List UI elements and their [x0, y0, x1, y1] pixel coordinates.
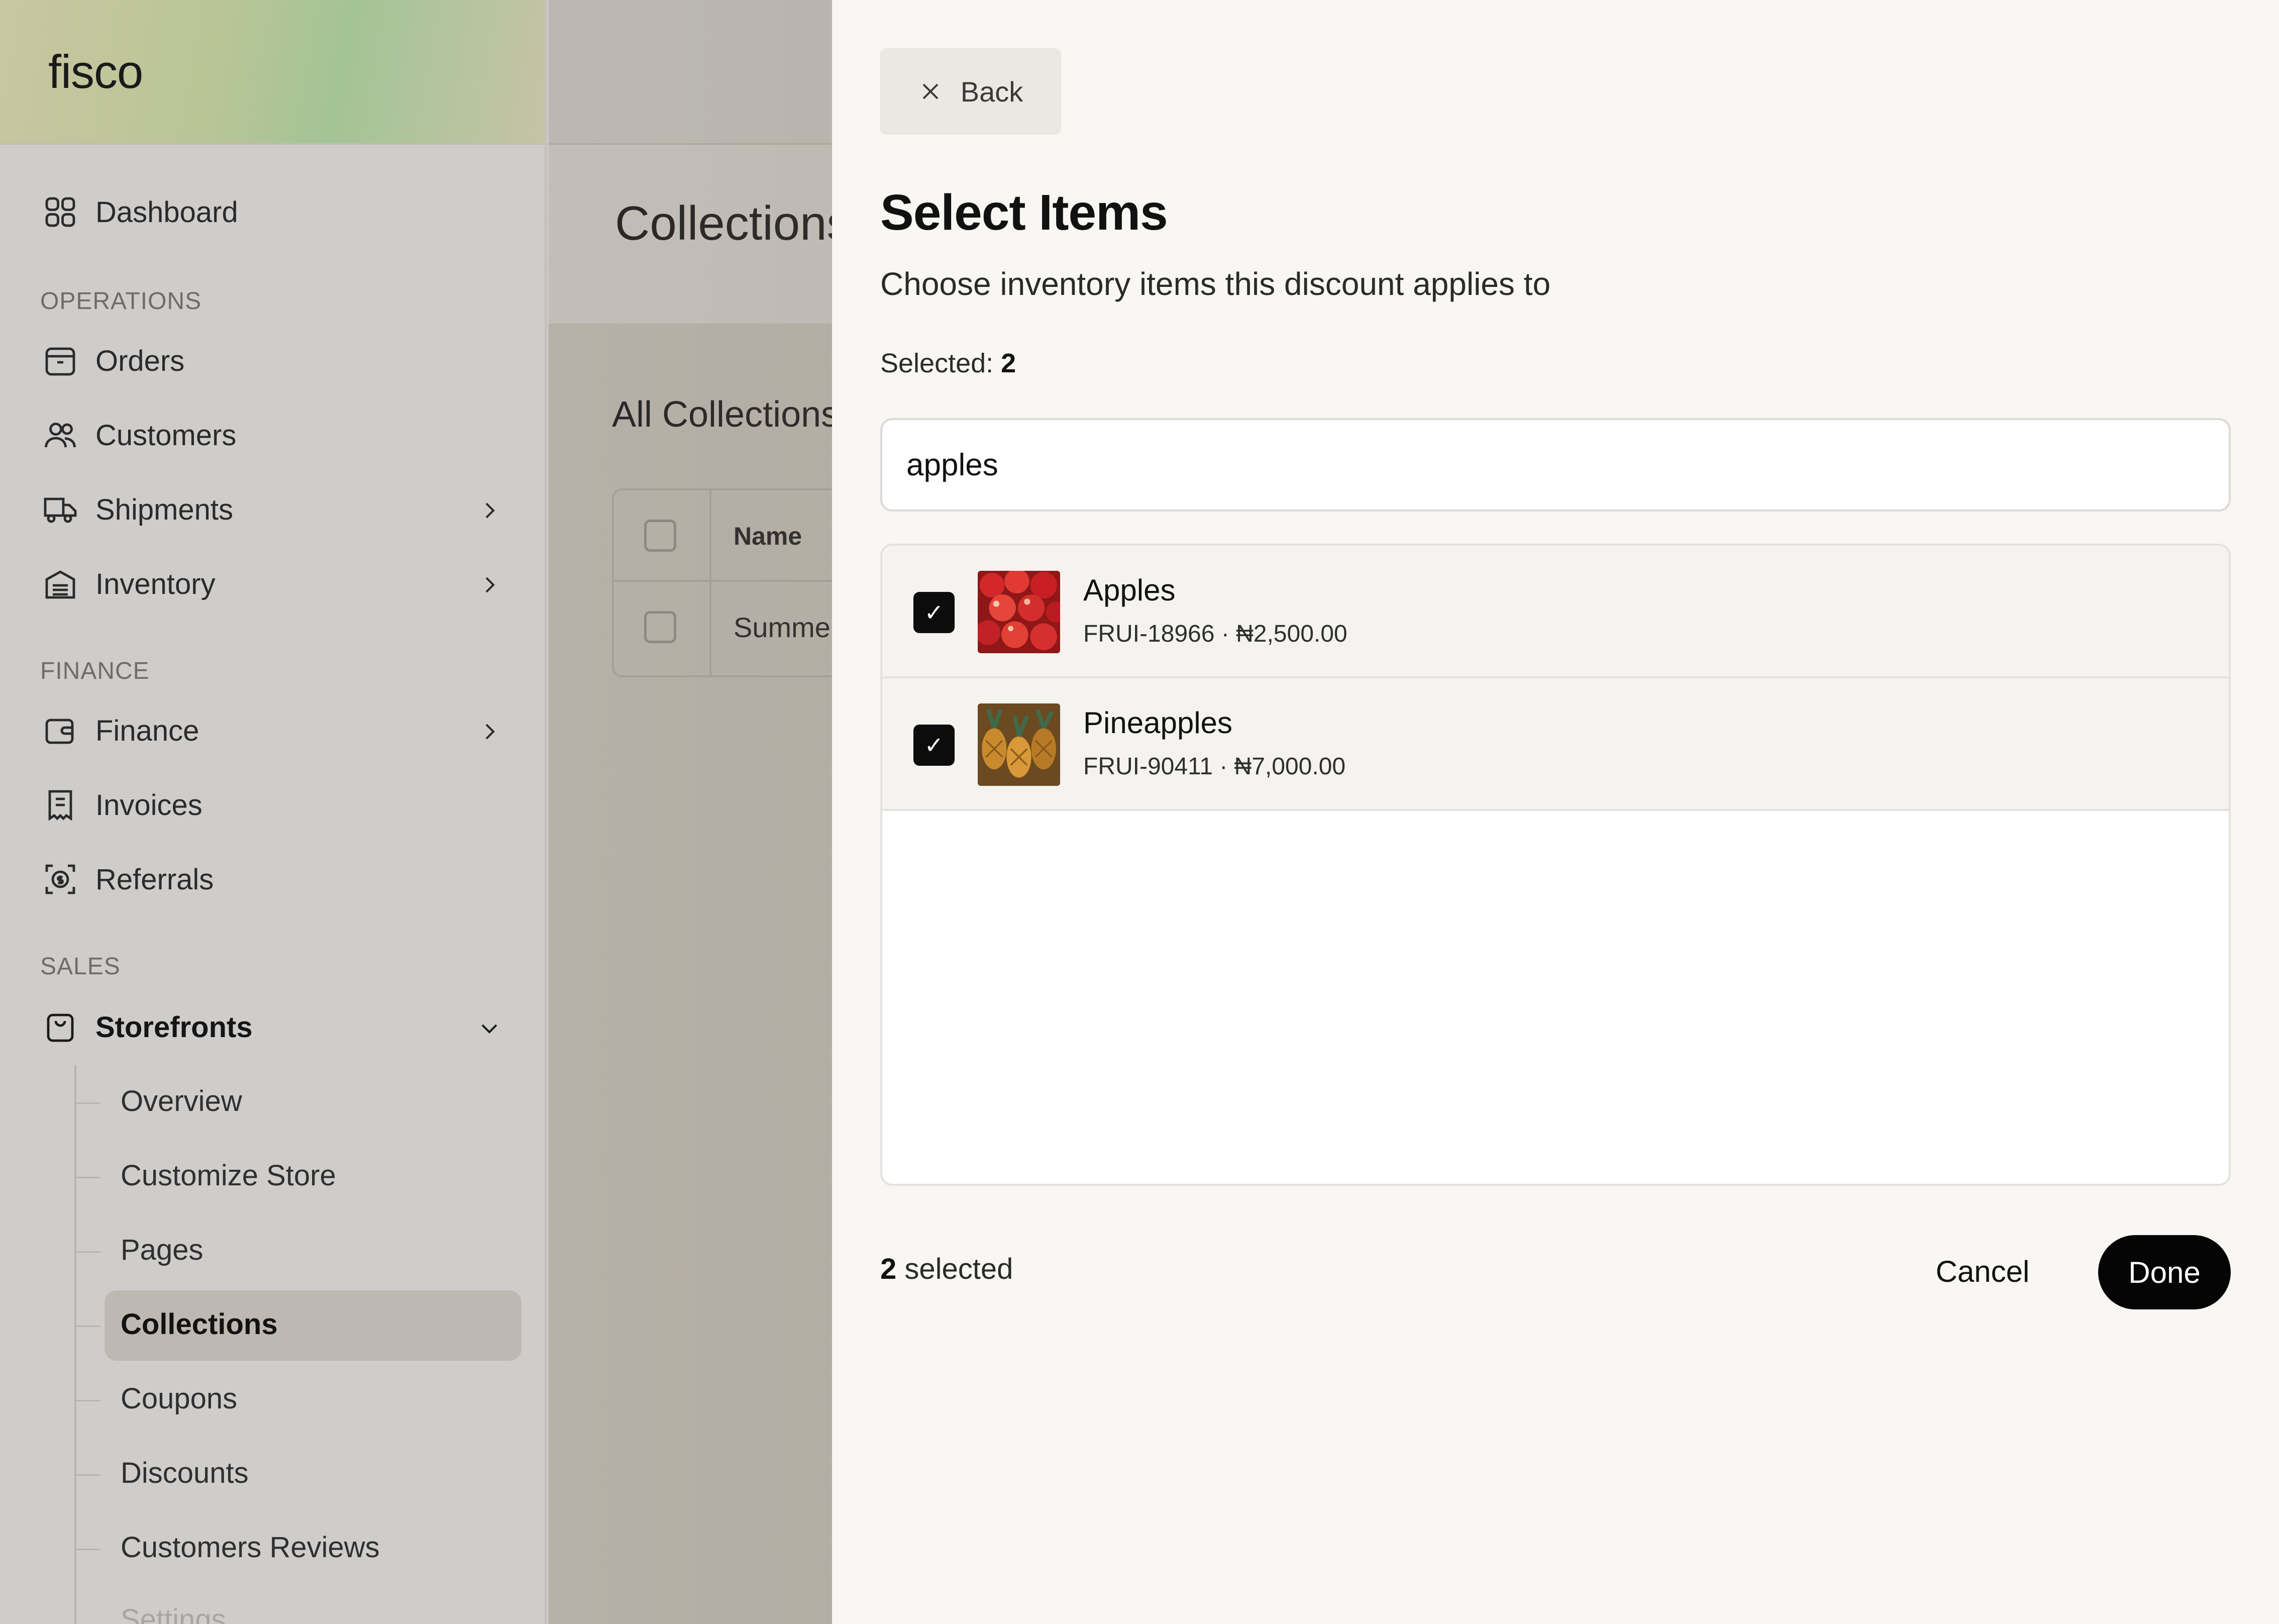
item-checkbox[interactable]: ✓ — [913, 725, 955, 766]
tree-tick — [75, 1400, 100, 1401]
row-checkbox[interactable] — [644, 611, 676, 643]
chevron-right-icon[interactable] — [477, 498, 501, 523]
sidebar-item-invoices[interactable]: Invoices — [40, 785, 202, 825]
selected-summary: Selected: 2 — [880, 348, 1016, 379]
modal-title: Select Items — [880, 184, 1168, 241]
tree-tick — [75, 1177, 100, 1178]
selected-label: Selected: — [880, 348, 994, 378]
section-sales: SALES — [40, 953, 121, 980]
footer-count-label: selected — [904, 1253, 1013, 1285]
item-name: Pineapples — [1083, 706, 1232, 740]
wallet-icon — [40, 710, 80, 751]
sidebar-item-label: Finance — [95, 714, 199, 747]
item-name: Apples — [1083, 573, 1176, 607]
users-icon — [40, 415, 80, 455]
sidebar-item-customers[interactable]: Customers — [40, 415, 236, 455]
search-input[interactable] — [880, 418, 2231, 512]
table-header-name[interactable]: Name — [734, 522, 802, 551]
brand-logo[interactable]: fisco — [48, 45, 143, 99]
submenu-tree-line — [74, 1065, 76, 1624]
chevron-right-icon[interactable] — [477, 720, 501, 744]
apples-image — [978, 571, 1060, 653]
tree-tick — [75, 1326, 100, 1327]
select-items-drawer: Back Select Items Choose inventory items… — [832, 0, 2279, 1624]
sidebar-item-label: Storefronts — [95, 1010, 253, 1044]
tree-tick — [75, 1251, 100, 1253]
box-icon — [40, 341, 80, 381]
sidebar-subitem-settings[interactable]: Settings — [121, 1603, 226, 1624]
items-list: ✓ Apples FRUI-18966 · ₦2,500.00 ✓ Pineap… — [880, 544, 2231, 1186]
select-all-checkbox[interactable] — [644, 520, 676, 552]
section-finance: FINANCE — [40, 658, 150, 684]
list-item[interactable]: ✓ Apples FRUI-18966 · ₦2,500.00 — [882, 546, 2229, 678]
item-meta: FRUI-90411 · ₦7,000.00 — [1083, 753, 1346, 780]
sidebar-item-label: Shipments — [95, 493, 234, 526]
sidebar-subitem-overview[interactable]: Overview — [121, 1084, 242, 1118]
section-title: All Collections — [612, 394, 840, 435]
table-cell-name[interactable]: Summer — [734, 611, 840, 644]
sidebar-subitem-discounts[interactable]: Discounts — [121, 1456, 249, 1490]
sidebar-item-dashboard[interactable]: Dashboard — [40, 192, 238, 232]
page-title: Collections — [615, 196, 851, 250]
sidebar-item-orders[interactable]: Orders — [40, 341, 184, 381]
sidebar-item-referrals[interactable]: Referrals — [40, 859, 214, 899]
sidebar-item-label: Referrals — [95, 863, 214, 896]
check-icon: ✓ — [924, 599, 944, 626]
chevron-down-icon[interactable] — [477, 1016, 501, 1040]
sidebar-item-finance[interactable]: Finance — [40, 710, 199, 751]
table-divider — [709, 490, 711, 675]
pineapples-image — [978, 703, 1060, 786]
item-meta: FRUI-18966 · ₦2,500.00 — [1083, 621, 1348, 647]
sidebar-item-label: Customers — [95, 419, 237, 452]
brand-header: fisco — [0, 0, 545, 145]
selected-count: 2 — [1001, 348, 1016, 378]
done-button[interactable]: Done — [2098, 1235, 2231, 1309]
item-thumbnail — [978, 571, 1060, 653]
section-operations: OPERATIONS — [40, 288, 202, 315]
sidebar-item-label: Dashboard — [95, 195, 238, 229]
footer-selected-count: 2 selected — [880, 1252, 1013, 1286]
footer-count-number: 2 — [880, 1253, 897, 1285]
sidebar-item-label: Inventory — [95, 567, 216, 600]
warehouse-icon — [40, 564, 80, 604]
sidebar-subitem-pages[interactable]: Pages — [121, 1233, 203, 1267]
modal-subtitle: Choose inventory items this discount app… — [880, 266, 1551, 302]
close-icon — [922, 83, 939, 99]
truck-icon — [40, 489, 80, 530]
invoice-icon — [40, 785, 80, 825]
cancel-button[interactable]: Cancel — [1917, 1236, 2048, 1306]
tree-tick — [75, 1474, 100, 1476]
app: fisco Dashboard OPERATIONS Orders Custom… — [0, 0, 2279, 1624]
sidebar-subitem-customers-reviews[interactable]: Customers Reviews — [121, 1531, 380, 1564]
list-item[interactable]: ✓ Pineapples FRUI-90411 · ₦7,000.00 — [882, 678, 2229, 811]
back-button-label: Back — [960, 75, 1023, 108]
check-icon: ✓ — [924, 732, 944, 758]
sidebar-item-storefronts[interactable]: Storefronts — [40, 1007, 253, 1047]
shopping-bag-icon — [40, 1007, 80, 1047]
item-thumbnail — [978, 703, 1060, 786]
dashboard-icon — [40, 192, 80, 232]
sidebar-item-shipments[interactable]: Shipments — [40, 489, 233, 530]
money-scan-icon — [40, 859, 80, 899]
sidebar-subitem-coupons[interactable]: Coupons — [121, 1382, 237, 1415]
tree-tick — [75, 1102, 100, 1104]
item-checkbox[interactable]: ✓ — [913, 592, 955, 633]
sidebar-item-label: Orders — [95, 344, 185, 377]
sidebar-subitem-customize-store[interactable]: Customize Store — [121, 1159, 336, 1192]
chevron-right-icon[interactable] — [477, 573, 501, 597]
sidebar-item-inventory[interactable]: Inventory — [40, 564, 216, 604]
sidebar-subitem-collections[interactable]: Collections — [121, 1307, 278, 1341]
sidebar: fisco Dashboard OPERATIONS Orders Custom… — [0, 0, 547, 1624]
tree-tick — [75, 1549, 100, 1550]
back-button[interactable]: Back — [880, 48, 1061, 135]
sidebar-item-label: Invoices — [95, 788, 202, 822]
